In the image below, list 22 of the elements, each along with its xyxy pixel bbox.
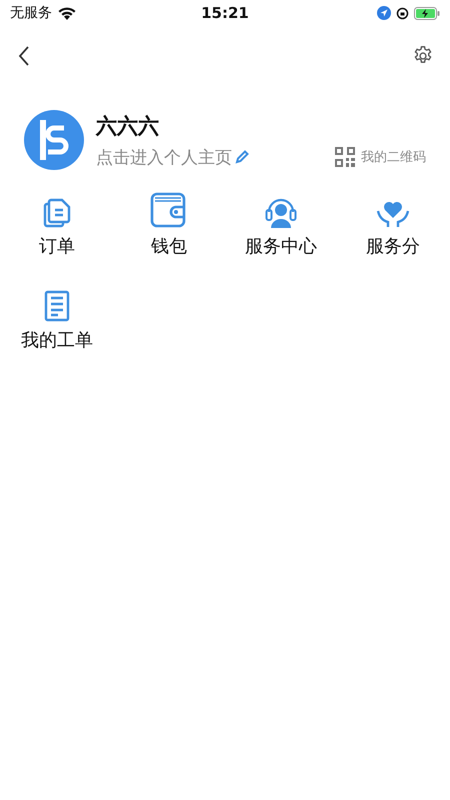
menu-item[interactable]: 我的工单 bbox=[1, 284, 113, 352]
menu-item[interactable]: 服务分 bbox=[337, 190, 449, 258]
rotation-lock-icon bbox=[396, 6, 409, 20]
qr-code-icon bbox=[335, 147, 355, 167]
menu-item[interactable]: 服务中心 bbox=[225, 190, 337, 258]
document-icon bbox=[43, 198, 71, 228]
avatar-logo-icon bbox=[24, 110, 84, 170]
carrier-text: 无服务 bbox=[10, 4, 52, 22]
profile-link[interactable]: 点击进入个人主页 bbox=[96, 146, 250, 168]
qr-code-button[interactable]: 我的二维码 bbox=[335, 147, 426, 167]
battery-icon bbox=[414, 6, 440, 20]
menu-item[interactable]: 订单 bbox=[1, 190, 113, 258]
clock-text: 15:21 bbox=[201, 4, 249, 22]
pencil-icon bbox=[234, 149, 250, 165]
user-name: 六六六 bbox=[96, 112, 160, 140]
headset-icon bbox=[265, 196, 297, 228]
menu-item[interactable]: 钱包 bbox=[113, 190, 225, 258]
wallet-icon bbox=[150, 192, 188, 228]
back-button[interactable] bbox=[18, 46, 30, 66]
location-icon bbox=[377, 6, 391, 20]
wifi-icon bbox=[58, 6, 76, 20]
clipboard-icon bbox=[44, 290, 70, 322]
